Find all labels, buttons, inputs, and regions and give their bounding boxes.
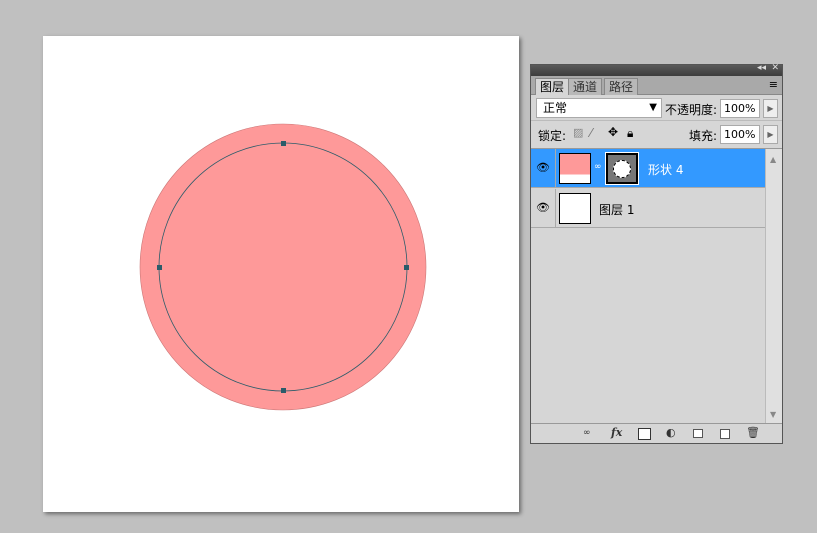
opacity-input[interactable]: 100% [720,99,760,118]
opacity-slider-button[interactable]: ▶ [763,99,778,118]
panel-bottom-toolbar: ∞ fx ◐ 🗑︎ [531,423,782,443]
layer-row-shape4[interactable]: 👁︎ ∞ 形状 4 [531,149,765,188]
layers-scrollbar[interactable]: ▲ ▼ [765,149,782,425]
layers-list: 👁︎ ∞ 形状 4 👁︎ 图层 1 ▲ ▼ [531,148,782,425]
close-icon[interactable]: ✕ [771,63,779,73]
scroll-down-icon[interactable]: ▼ [770,410,776,419]
fill-slider-button[interactable]: ▶ [763,125,778,144]
document-canvas[interactable] [43,36,519,512]
chevron-down-icon: ▼ [649,102,657,113]
tab-channels[interactable]: 通道 [568,78,603,95]
panel-titlebar: ◂◂ ✕ [531,63,782,76]
new-group-icon[interactable] [693,429,703,438]
fill-input[interactable]: 100% [720,125,760,144]
link-layers-icon[interactable]: ∞ [583,428,591,438]
lock-label: 锁定: [538,129,567,143]
tab-layers[interactable]: 图层 [535,78,570,95]
layer-name: 形状 4 [648,163,684,177]
divider [555,189,556,227]
fill-label: 填充: [689,129,718,143]
circle-shape [139,123,427,411]
link-icon[interactable]: ∞ [594,162,602,172]
blend-mode-select[interactable]: 正常 ▼ [536,98,662,118]
lock-brush-icon[interactable]: ⁄ [590,126,592,140]
new-layer-icon[interactable] [720,429,730,439]
add-mask-icon[interactable] [638,428,651,440]
visibility-eye-icon[interactable]: 👁︎ [533,158,553,178]
lock-all-icon[interactable]: 🔒︎ [627,126,633,141]
scroll-up-icon[interactable]: ▲ [770,155,776,164]
layer-name: 图层 1 [599,203,635,217]
blend-mode-value: 正常 [543,101,568,115]
lock-move-icon[interactable]: ✥ [608,125,618,139]
lock-transparent-icon[interactable]: ▨ [573,126,583,139]
adjustment-layer-icon[interactable]: ◐ [666,426,676,439]
layer-thumbnail [559,153,591,184]
divider [555,149,556,187]
trash-icon[interactable]: 🗑︎ [746,426,760,439]
tab-paths[interactable]: 路径 [604,78,639,95]
layer-row-layer1[interactable]: 👁︎ 图层 1 [531,189,765,228]
layers-panel: ◂◂ ✕ 图层 通道 路径 ≡ 正常 ▼ 不透明度: 100% ▶ 锁定: ▨ ⁄… [530,63,783,444]
opacity-label: 不透明度: [665,103,718,117]
visibility-eye-icon[interactable]: 👁︎ [533,198,553,218]
vector-mask-thumbnail[interactable] [605,152,639,185]
collapse-icon[interactable]: ◂◂ [757,63,766,73]
fx-icon[interactable]: fx [611,426,622,439]
panel-menu-icon[interactable]: ≡ [769,78,778,91]
layer-thumbnail [559,193,591,224]
